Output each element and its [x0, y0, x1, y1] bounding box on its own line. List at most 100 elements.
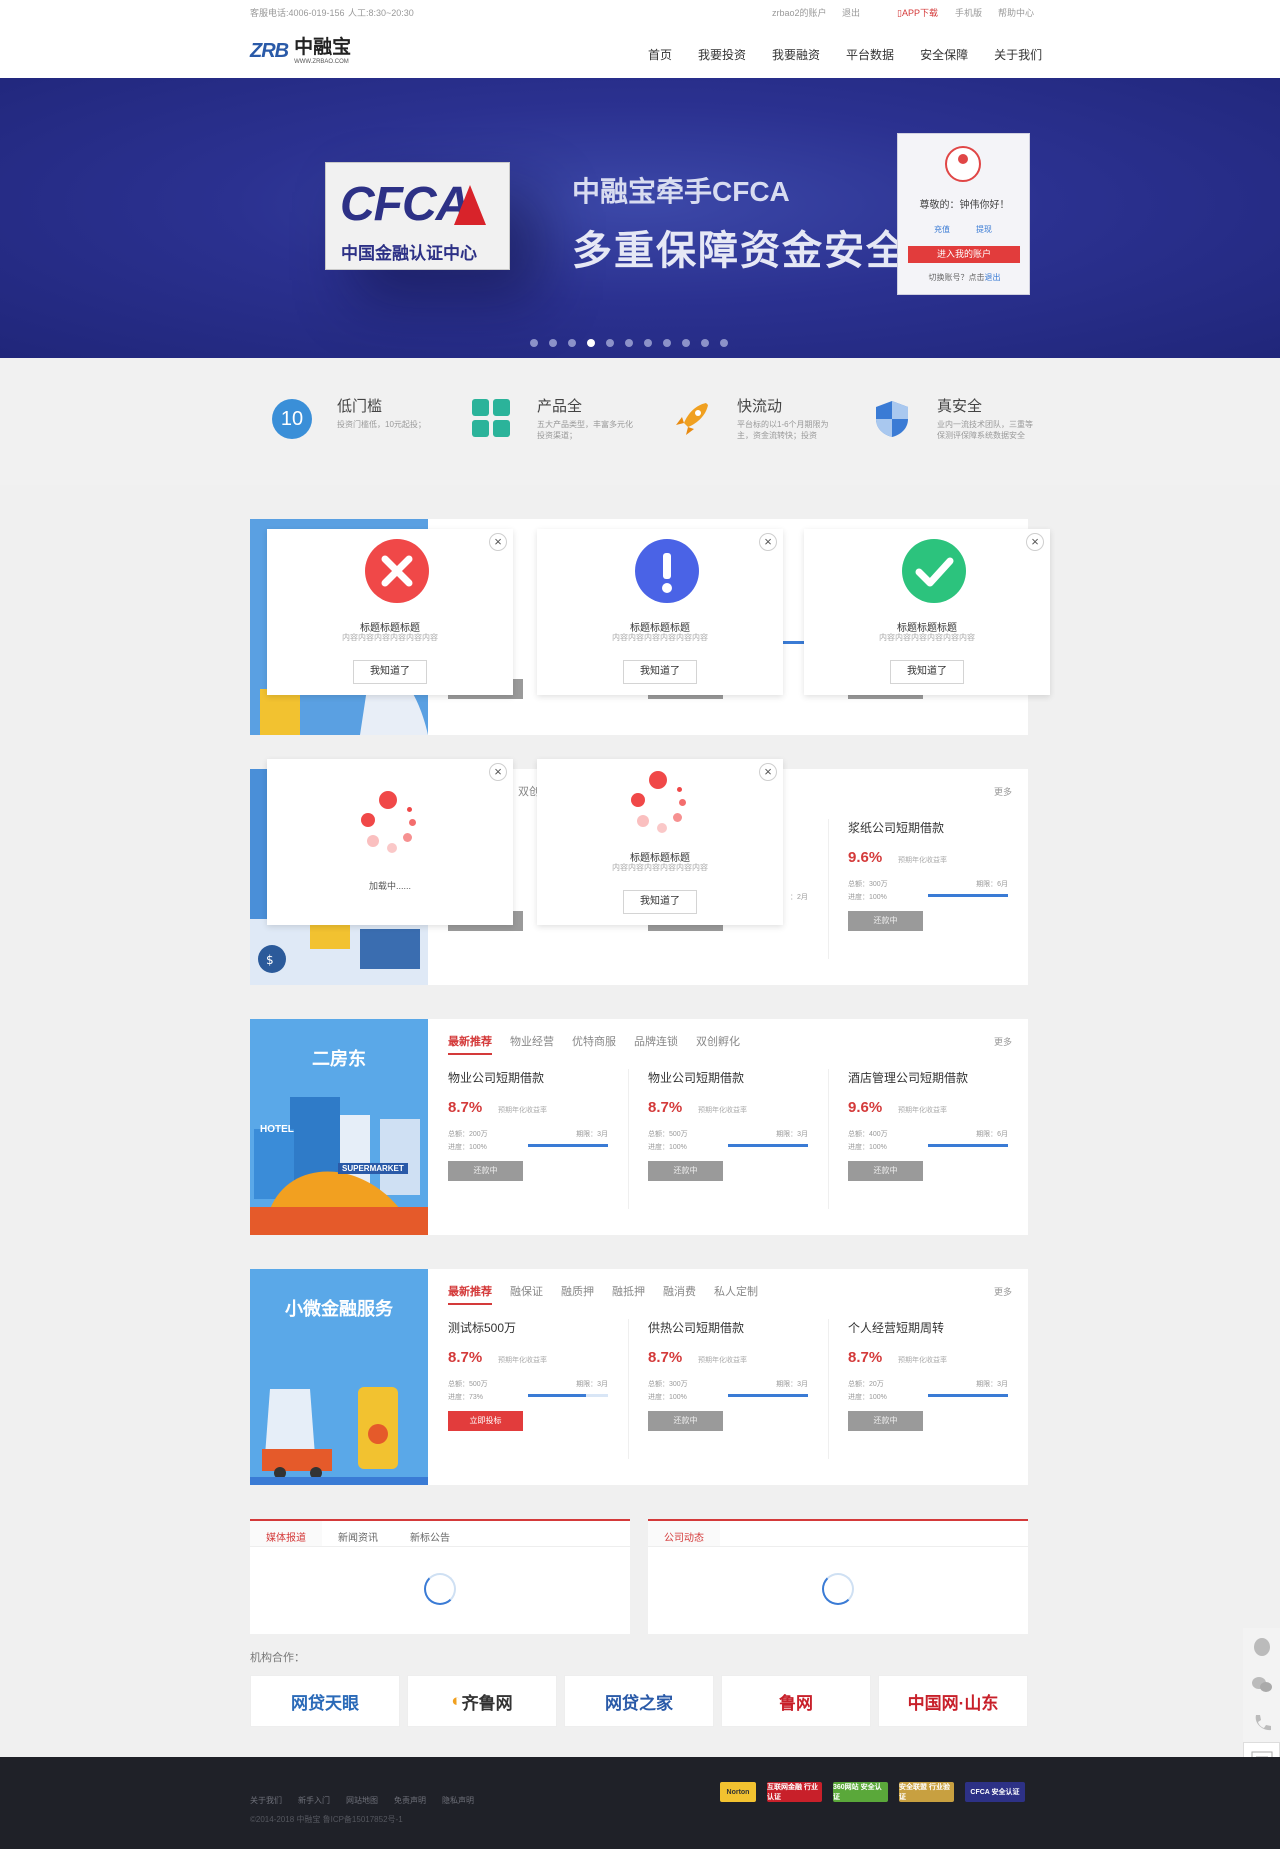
- progress-bar: [928, 1144, 1008, 1147]
- more-link[interactable]: 更多: [994, 1285, 1012, 1298]
- acknowledge-button[interactable]: 我知道了: [623, 890, 697, 914]
- account-link[interactable]: zrbao2的账户: [772, 6, 827, 19]
- tab-brand-chain[interactable]: 品牌连锁: [634, 1033, 678, 1055]
- repaying-button[interactable]: 还款中: [848, 1411, 923, 1431]
- close-icon[interactable]: ×: [759, 533, 777, 551]
- tab-property-ops[interactable]: 物业经营: [510, 1033, 554, 1055]
- qq-icon[interactable]: [1243, 1628, 1280, 1666]
- carousel-dot[interactable]: [682, 339, 690, 347]
- footer-disclaimer-link[interactable]: 免责声明: [394, 1795, 426, 1806]
- nav-about[interactable]: 关于我们: [994, 46, 1042, 63]
- product-item[interactable]: 测试标500万 8.7% 预期年化收益率 总额：500万 期限：3月 进度：73…: [448, 1319, 608, 1469]
- hotel-sign: HOTEL: [260, 1124, 294, 1135]
- footer-guide-link[interactable]: 新手入门: [298, 1795, 330, 1806]
- more-link[interactable]: 更多: [994, 785, 1012, 798]
- close-icon[interactable]: ×: [489, 533, 507, 551]
- carousel-dot[interactable]: [549, 339, 557, 347]
- partner-logo-china-sd[interactable]: 中国网·山东: [878, 1675, 1028, 1727]
- tab-incubation[interactable]: 双创孵化: [696, 1033, 740, 1055]
- carousel-dot[interactable]: [663, 339, 671, 347]
- partner-logo-p2peye[interactable]: 网贷天眼: [250, 1675, 400, 1727]
- product-rate: 8.7%: [848, 1349, 883, 1366]
- invest-now-button[interactable]: 立即投标: [448, 1411, 523, 1431]
- nav-borrow[interactable]: 我要融资: [772, 46, 820, 63]
- partner-logo-iqilu[interactable]: ◐ 齐鲁网: [407, 1675, 557, 1727]
- product-item[interactable]: 物业公司短期借款 8.7% 预期年化收益率 总额：500万 期限：3月 进度：1…: [648, 1069, 808, 1219]
- product-name: 物业公司短期借款: [448, 1071, 545, 1085]
- repaying-button[interactable]: 还款中: [848, 911, 923, 931]
- tab-media[interactable]: 媒体报道: [250, 1521, 322, 1546]
- switch-logout-link[interactable]: 退出: [985, 273, 1001, 282]
- carousel-dot[interactable]: [701, 339, 709, 347]
- tab-mortgage[interactable]: 融抵押: [612, 1283, 645, 1305]
- acknowledge-button[interactable]: 我知道了: [890, 660, 964, 684]
- product-term: 期限：3月: [576, 1131, 608, 1138]
- tab-new-loans[interactable]: 新标公告: [394, 1521, 466, 1546]
- mobile-link[interactable]: 手机版: [955, 6, 982, 19]
- carousel-dot[interactable]: [720, 339, 728, 347]
- repaying-button[interactable]: 还款中: [848, 1161, 923, 1181]
- close-icon[interactable]: ×: [759, 763, 777, 781]
- partner-logo-luwang[interactable]: 鲁网: [721, 1675, 871, 1727]
- close-icon[interactable]: ×: [1026, 533, 1044, 551]
- tab-private[interactable]: 私人定制: [714, 1283, 758, 1305]
- norton-badge[interactable]: Norton: [720, 1782, 756, 1802]
- nav-security[interactable]: 安全保障: [920, 46, 968, 63]
- footer-privacy-link[interactable]: 隐私声明: [442, 1795, 474, 1806]
- carousel-dot[interactable]: [587, 339, 595, 347]
- footer-sitemap-link[interactable]: 网站地图: [346, 1795, 378, 1806]
- enter-account-button[interactable]: 进入我的账户: [908, 246, 1020, 263]
- carousel-dot[interactable]: [530, 339, 538, 347]
- tab-pledge[interactable]: 融质押: [561, 1283, 594, 1305]
- progress-bar: [928, 1394, 1008, 1397]
- site-logo[interactable]: ZRB 中融宝 WWW.ZRBAO.COM: [250, 36, 351, 66]
- product-progress: 进度：73%: [448, 1394, 484, 1401]
- tab-guarantee[interactable]: 融保证: [510, 1283, 543, 1305]
- product-item[interactable]: 酒店管理公司短期借款 9.6% 预期年化收益率 总额：400万 期限：6月 进度…: [848, 1069, 1008, 1219]
- nav-invest[interactable]: 我要投资: [698, 46, 746, 63]
- acknowledge-button[interactable]: 我知道了: [623, 660, 697, 684]
- internet-finance-badge[interactable]: 互联网金融 行业认证: [767, 1782, 822, 1802]
- carousel-dot[interactable]: [644, 339, 652, 347]
- footer-about-link[interactable]: 关于我们: [250, 1795, 282, 1806]
- product-item[interactable]: 供热公司短期借款 8.7% 预期年化收益率 总额：300万 期限：3月 进度：1…: [648, 1319, 808, 1469]
- carousel-dot[interactable]: [625, 339, 633, 347]
- tab-company-news[interactable]: 公司动态: [648, 1521, 720, 1546]
- loading-content-modal: × 标题标题标题 内容内容内容内容内容内容 我知道了: [537, 759, 783, 925]
- logout-link[interactable]: 退出: [842, 6, 860, 19]
- tab-commercial[interactable]: 优特商服: [572, 1033, 616, 1055]
- app-download-link[interactable]: ▯APP下载: [897, 6, 938, 19]
- repaying-button[interactable]: 还款中: [448, 1161, 523, 1181]
- phone-call-icon[interactable]: [1243, 1704, 1280, 1742]
- withdraw-link[interactable]: 提现: [976, 224, 992, 235]
- partner-logo-wdzj[interactable]: 网贷之家: [564, 1675, 714, 1727]
- recharge-link[interactable]: 充值: [934, 224, 950, 235]
- checkmark-icon: [902, 539, 966, 603]
- login-panel: 尊敬的：钟伟你好！ 充值 提现 进入我的账户 切换账号？点击退出: [897, 133, 1030, 295]
- close-icon[interactable]: ×: [489, 763, 507, 781]
- tab-latest[interactable]: 最新推荐: [448, 1033, 492, 1055]
- safety-alliance-badge[interactable]: 安全联盟 行业验证: [899, 1782, 954, 1802]
- carousel-dot[interactable]: [606, 339, 614, 347]
- product-item[interactable]: 物业公司短期借款 8.7% 预期年化收益率 总额：200万 期限：3月 进度：1…: [448, 1069, 608, 1219]
- repaying-button[interactable]: 还款中: [648, 1161, 723, 1181]
- cfca-badge[interactable]: CFCA 安全认证: [965, 1782, 1025, 1802]
- acknowledge-button[interactable]: 我知道了: [353, 660, 427, 684]
- tab-news[interactable]: 新闻资讯: [322, 1521, 394, 1546]
- product-item[interactable]: 个人经营短期周转 8.7% 预期年化收益率 总额：20万 期限：3月 进度：10…: [848, 1319, 1008, 1469]
- repaying-button[interactable]: 还款中: [648, 1411, 723, 1431]
- help-center-link[interactable]: 帮助中心: [998, 6, 1034, 19]
- security-360-badge[interactable]: 360网站 安全认证: [833, 1782, 888, 1802]
- rate-label: 预期年化收益率: [498, 1357, 547, 1364]
- tab-consumer[interactable]: 融消费: [663, 1283, 696, 1305]
- tab-latest[interactable]: 最新推荐: [448, 1283, 492, 1305]
- progress-bar: [928, 894, 1008, 897]
- product-item[interactable]: 浆纸公司短期借款 9.6% 预期年化收益率 总额：300万 期限：6月 进度：1…: [848, 819, 1008, 969]
- shield-icon: [872, 399, 912, 439]
- logo-mark: ZRB: [250, 39, 289, 62]
- nav-home[interactable]: 首页: [648, 46, 672, 63]
- more-link[interactable]: 更多: [994, 1035, 1012, 1048]
- wechat-icon[interactable]: [1243, 1666, 1280, 1704]
- carousel-dot[interactable]: [568, 339, 576, 347]
- nav-platform-data[interactable]: 平台数据: [846, 46, 894, 63]
